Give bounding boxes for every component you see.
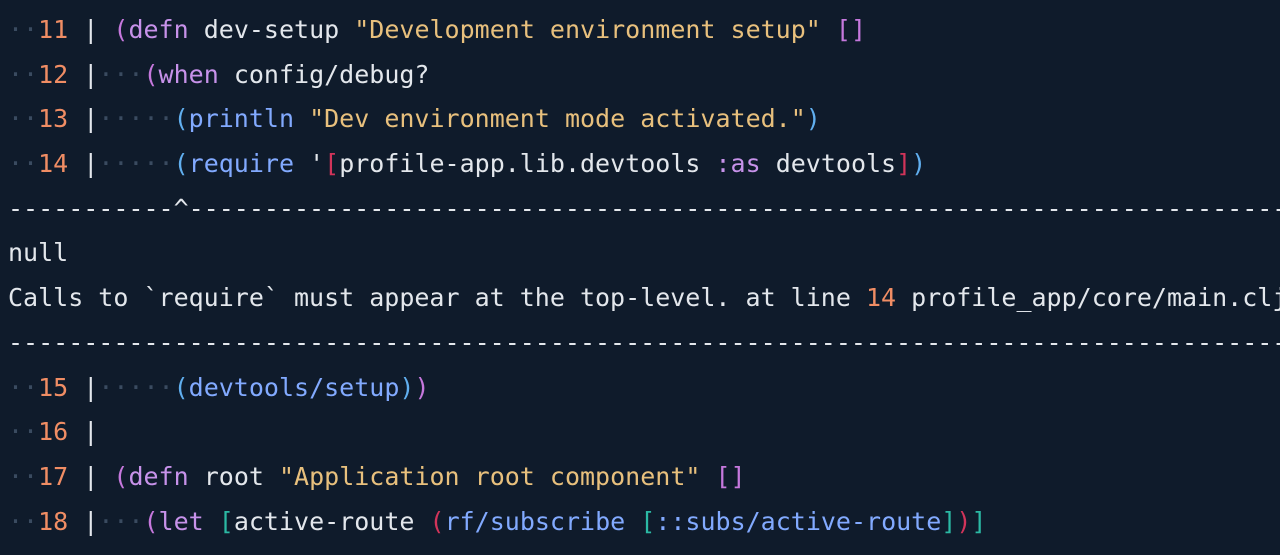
gutter-separator: | (68, 372, 99, 402)
code-token: ) (414, 372, 430, 402)
gutter-separator: | (68, 417, 99, 447)
gutter-separator: | (68, 104, 99, 134)
code-token: ( (173, 104, 189, 134)
code-token: defn (128, 461, 189, 491)
code-token: [ (218, 506, 234, 536)
code-token: "Dev environment mode activated." (309, 104, 806, 134)
code-token: active-route (233, 506, 430, 536)
code-token: ( (143, 506, 159, 536)
code-token: profile-app.lib.devtools (339, 149, 716, 179)
code-block-before-error: ··11 | (defn dev-setup "Development envi… (8, 8, 1280, 187)
error-message-text: Calls to `require` must appear at the to… (8, 283, 866, 313)
code-token: ····· (98, 372, 174, 402)
code-token: "Application root component" (278, 461, 701, 491)
code-token: ) (911, 149, 927, 179)
gutter-separator: | (68, 506, 99, 536)
line-number: 15 (38, 372, 69, 402)
code-token: let (158, 506, 204, 536)
code-token: [] (715, 461, 746, 491)
gutter-separator: | (68, 15, 99, 44)
code-block-after-error: ··15 |·····(devtools/setup)) ··16 | ··17 |… (8, 366, 1280, 545)
code-token: ( (173, 372, 189, 402)
code-token: require (188, 149, 295, 179)
code-token: ( (429, 506, 445, 536)
gutter-separator: | (68, 149, 99, 179)
code-line: ··12 |···(when config/debug? (8, 53, 1280, 98)
code-token: ) (399, 372, 415, 402)
line-number: 11 (38, 15, 69, 44)
error-message: Calls to `require` must appear at the to… (8, 276, 1280, 321)
gutter-dots: ·· (8, 59, 39, 89)
code-token: dev-setup (188, 15, 355, 44)
code-token: devtools/setup (188, 372, 400, 402)
code-line: ··13 |·····(println "Dev environment mod… (8, 97, 1280, 142)
code-token: config/debug? (218, 59, 430, 89)
bottom-rule: ----------------------------------------… (8, 327, 1280, 357)
code-token: ) (805, 104, 821, 134)
gutter-separator: | (68, 461, 99, 491)
code-token: ··· (98, 59, 144, 89)
code-token: [] (835, 15, 867, 44)
code-token: [ (324, 149, 340, 179)
code-token: "Development environment setup" (354, 15, 821, 44)
error-line-number: 14 (865, 283, 897, 313)
gutter-separator: | (68, 59, 99, 89)
line-number: 17 (38, 461, 69, 491)
gutter-dots: ·· (8, 15, 39, 44)
terminal-output: ··11 | (defn dev-setup "Development envi… (0, 0, 1280, 555)
caret-rule: -----------^----------------------------… (8, 193, 1280, 223)
code-line: ··11 | (defn dev-setup "Development envi… (8, 8, 1280, 53)
code-line: ··18 |···(let [active-route (rf/subscrib… (8, 500, 1280, 545)
code-line: ··16 | (8, 410, 1280, 455)
line-number: 16 (38, 417, 69, 447)
code-line: ··15 |·····(devtools/setup)) (8, 366, 1280, 411)
line-number: 18 (38, 506, 69, 536)
code-token: ] (971, 506, 987, 536)
error-file-path: profile_app/core/main.cljs (896, 283, 1280, 313)
gutter-dots: ·· (8, 506, 39, 536)
code-token: :as (715, 149, 761, 179)
code-token: ] (896, 149, 912, 179)
code-token: println (188, 104, 295, 134)
code-token: ' (294, 149, 325, 179)
code-token: ··· (98, 506, 144, 536)
line-number: 12 (38, 59, 69, 89)
line-number: 14 (38, 149, 69, 179)
error-value: null (8, 238, 69, 268)
line-number: 13 (38, 104, 69, 134)
gutter-dots: ·· (8, 417, 39, 447)
gutter-dots: ·· (8, 461, 39, 491)
code-line: ··14 |·····(require '[profile-app.lib.de… (8, 142, 1280, 187)
code-token: defn (128, 15, 189, 44)
code-token: devtools (760, 149, 897, 179)
code-line: ··17 | (defn root "Application root comp… (8, 455, 1280, 500)
code-token: ····· (98, 104, 174, 134)
code-token: ····· (98, 149, 174, 179)
gutter-dots: ·· (8, 372, 39, 402)
code-token: ( (113, 461, 129, 491)
code-token: ) (956, 506, 972, 536)
code-token: ::subs/active-route (655, 506, 942, 536)
code-token: ( (173, 149, 189, 179)
code-token: ] (941, 506, 957, 536)
gutter-dots: ·· (8, 104, 39, 134)
code-token: ( (143, 59, 159, 89)
code-token: root (188, 461, 279, 491)
code-token: ( (113, 15, 129, 44)
code-token: [ (640, 506, 656, 536)
code-token: rf/subscribe (444, 506, 626, 536)
gutter-dots: ·· (8, 149, 39, 179)
code-token: when (158, 59, 219, 89)
